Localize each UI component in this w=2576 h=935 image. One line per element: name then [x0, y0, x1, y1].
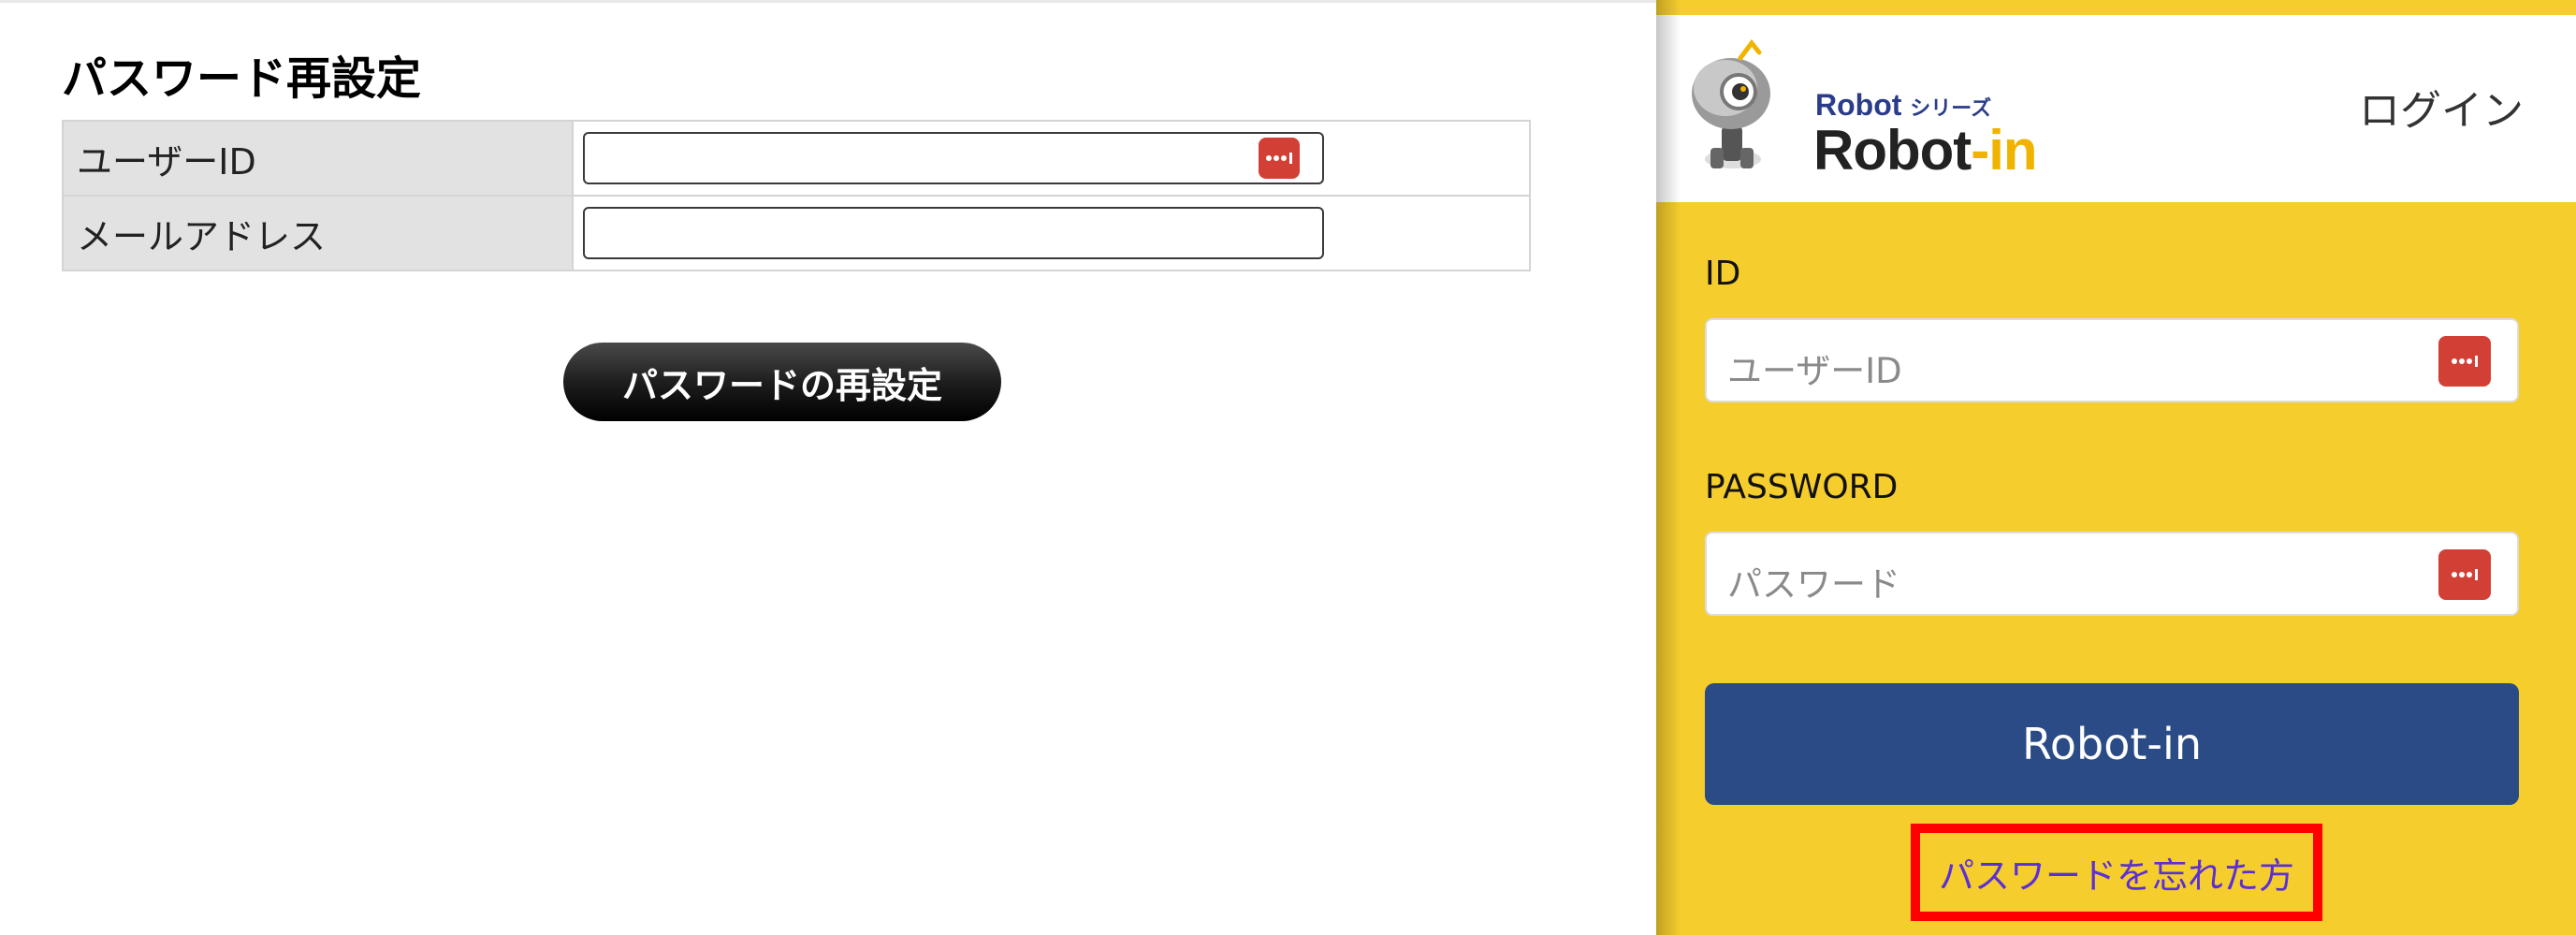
user-id-cell — [572, 120, 1531, 197]
login-id-input[interactable]: ユーザーID — [1705, 318, 2519, 402]
logo-product-name: Robot-in — [1813, 119, 2038, 182]
table-row: メールアドレス — [62, 195, 1531, 271]
login-header: Robot シリーズ Robot-in ログイン — [1656, 15, 2576, 202]
robot-mascot-icon — [1692, 39, 1770, 168]
reset-form-table: ユーザーID メールアドレス — [62, 120, 1531, 271]
top-border — [0, 0, 1656, 3]
password-manager-icon[interactable] — [1259, 138, 1300, 179]
password-label: PASSWORD — [1705, 468, 1899, 506]
email-input[interactable] — [583, 207, 1324, 259]
forgot-password-link[interactable]: パスワードを忘れた方 — [1939, 847, 2294, 898]
login-panel: Robot シリーズ Robot-in ログイン ID ユーザーID PASSW… — [1656, 0, 2576, 935]
user-id-input[interactable] — [583, 132, 1324, 184]
login-id-placeholder: ユーザーID — [1727, 351, 1902, 391]
login-password-placeholder: パスワード — [1727, 564, 1900, 605]
login-title: ログイン — [2359, 87, 2524, 135]
page-title: パスワード再設定 — [62, 52, 422, 105]
email-label: メールアドレス — [62, 195, 574, 271]
login-submit-button[interactable]: Robot-in — [1705, 683, 2519, 805]
id-label: ID — [1705, 255, 1741, 293]
password-manager-icon[interactable] — [2438, 549, 2491, 600]
user-id-label: ユーザーID — [62, 120, 574, 197]
table-row: ユーザーID — [62, 120, 1531, 197]
password-manager-icon[interactable] — [2438, 336, 2491, 387]
robot-in-logo: Robot シリーズ Robot-in — [1684, 39, 2077, 189]
reset-password-button[interactable]: パスワードの再設定 — [563, 343, 1001, 421]
login-password-input[interactable]: パスワード — [1705, 532, 2519, 616]
email-cell — [572, 195, 1531, 271]
forgot-password-highlight: パスワードを忘れた方 — [1911, 824, 2322, 921]
